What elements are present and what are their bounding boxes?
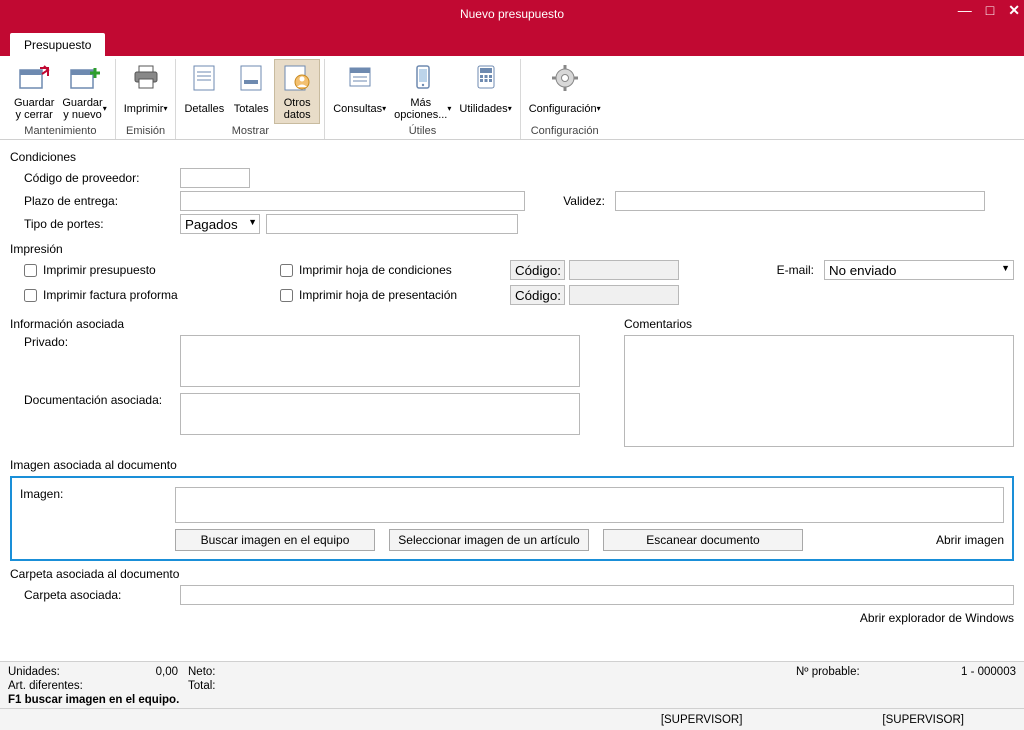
section-comentarios: Comentarios [624,317,1014,331]
label-privado: Privado: [10,335,180,349]
status-user-right: [SUPERVISOR] [882,714,964,726]
seleccionar-imagen-button[interactable]: Seleccionar imagen de un artículo [389,529,589,551]
ribbon-group-mostrar: Detalles Totales Otros datos Mostrar [176,59,325,139]
footer-hint: F1 buscar imagen en el equipo. [8,694,1016,706]
privado-textarea[interactable] [180,335,580,387]
codigo1-label [510,260,565,280]
plazo-entrega-input[interactable] [180,191,525,211]
totales-icon [235,62,267,94]
label-doc-asociada: Documentación asociada: [10,393,180,407]
value-n-probable: 1 - 000003 [926,666,1016,678]
codigo2-input [569,285,679,305]
gear-icon [549,62,581,94]
maximize-icon[interactable]: □ [986,2,994,19]
tab-row: Presupuesto [0,28,1024,56]
section-impresion: Impresión [10,242,1014,256]
ribbon: Guardar y cerrar Guardar y nuevo ▾ Mante… [0,56,1024,140]
save-close-icon [18,62,50,94]
tipo-portes-extra-input[interactable] [266,214,518,234]
abrir-imagen-link[interactable]: Abrir imagen [936,533,1004,547]
window-title: Nuevo presupuesto [460,7,564,21]
form-body: Condiciones Código de proveedor: Plazo d… [0,140,1024,661]
section-condiciones: Condiciones [10,150,1014,164]
label-n-probable: Nº probable: [796,666,926,678]
buscar-imagen-button[interactable]: Buscar imagen en el equipo [175,529,375,551]
detalles-icon [188,62,220,94]
label-imagen: Imagen: [20,487,175,501]
imprimir-button[interactable]: Imprimir▾ [120,59,172,124]
tab-presupuesto[interactable]: Presupuesto [10,33,105,56]
configuracion-button[interactable]: Configuración▾ [525,59,605,124]
phone-icon [407,62,439,94]
imagen-input[interactable] [175,487,1004,523]
chk-factura-proforma[interactable]: Imprimir factura proforma [24,288,280,302]
comentarios-textarea[interactable] [624,335,1014,447]
codigo1-input [569,260,679,280]
chk-imprimir-presupuesto[interactable]: Imprimir presupuesto [24,263,280,277]
imagen-group: Imagen: Buscar imagen en el equipo Selec… [10,476,1014,561]
chk-hoja-presentacion[interactable]: Imprimir hoja de presentación [280,288,510,302]
ribbon-group-configuracion: Configuración▾ Configuración [521,59,609,139]
utilidades-button[interactable]: Utilidades▾ [455,59,515,124]
consultas-icon [344,62,376,94]
label-total: Total: [178,680,278,692]
label-email: E-mail: [777,263,814,277]
chevron-down-icon[interactable]: ▼ [248,217,257,227]
calculator-icon [470,62,502,94]
section-carpeta-doc: Carpeta asociada al documento [10,567,1014,581]
section-info-asociada: Información asociada [10,317,594,331]
consultas-button[interactable]: Consultas▾ [329,59,390,124]
otros-datos-button[interactable]: Otros datos [274,59,320,124]
codigo-proveedor-input[interactable] [180,168,250,188]
status-user-left: [SUPERVISOR] [661,714,743,726]
detalles-button[interactable]: Detalles [180,59,228,124]
email-select[interactable] [824,260,1014,280]
guardar-nuevo-button[interactable]: Guardar y nuevo ▾ [58,59,110,124]
ribbon-group-mantenimiento: Guardar y cerrar Guardar y nuevo ▾ Mante… [6,59,116,139]
doc-asociada-textarea[interactable] [180,393,580,435]
label-carpeta: Carpeta asociada: [10,588,180,602]
mas-opciones-button[interactable]: Más opciones... ▾ [390,59,455,124]
label-unidades: Unidades: [8,666,128,678]
validez-input[interactable] [615,191,985,211]
guardar-cerrar-button[interactable]: Guardar y cerrar [10,59,58,124]
chk-hoja-condiciones[interactable]: Imprimir hoja de condiciones [280,263,510,277]
otros-datos-icon [281,62,313,94]
codigo2-label [510,285,565,305]
label-art-dif: Art. diferentes: [8,680,128,692]
label-tipo-portes: Tipo de portes: [10,217,180,231]
minimize-icon[interactable]: — [958,2,972,19]
ribbon-group-utiles: Consultas▾ Más opciones... ▾ Utilidades▾… [325,59,520,139]
ribbon-group-emision: Imprimir▾ Emisión [116,59,177,139]
abrir-explorador-link[interactable]: Abrir explorador de Windows [860,611,1014,625]
label-neto: Neto: [178,666,278,678]
close-icon[interactable]: ✕ [1008,2,1020,19]
printer-icon [130,62,162,94]
section-imagen-doc: Imagen asociada al documento [10,458,1014,472]
statusbar: [SUPERVISOR] [SUPERVISOR] [0,708,1024,730]
escanear-button[interactable]: Escanear documento [603,529,803,551]
value-unidades: 0,00 [128,666,178,678]
footer-summary: Unidades: 0,00 Neto: Nº probable: 1 - 00… [0,661,1024,708]
label-validez: Validez: [545,194,605,208]
chevron-down-icon[interactable]: ▼ [1001,263,1010,273]
totales-button[interactable]: Totales [228,59,274,124]
titlebar: Nuevo presupuesto — □ ✕ [0,0,1024,28]
label-plazo-entrega: Plazo de entrega: [10,194,180,208]
save-new-icon [69,62,101,94]
carpeta-input[interactable] [180,585,1014,605]
label-codigo-proveedor: Código de proveedor: [10,171,180,185]
